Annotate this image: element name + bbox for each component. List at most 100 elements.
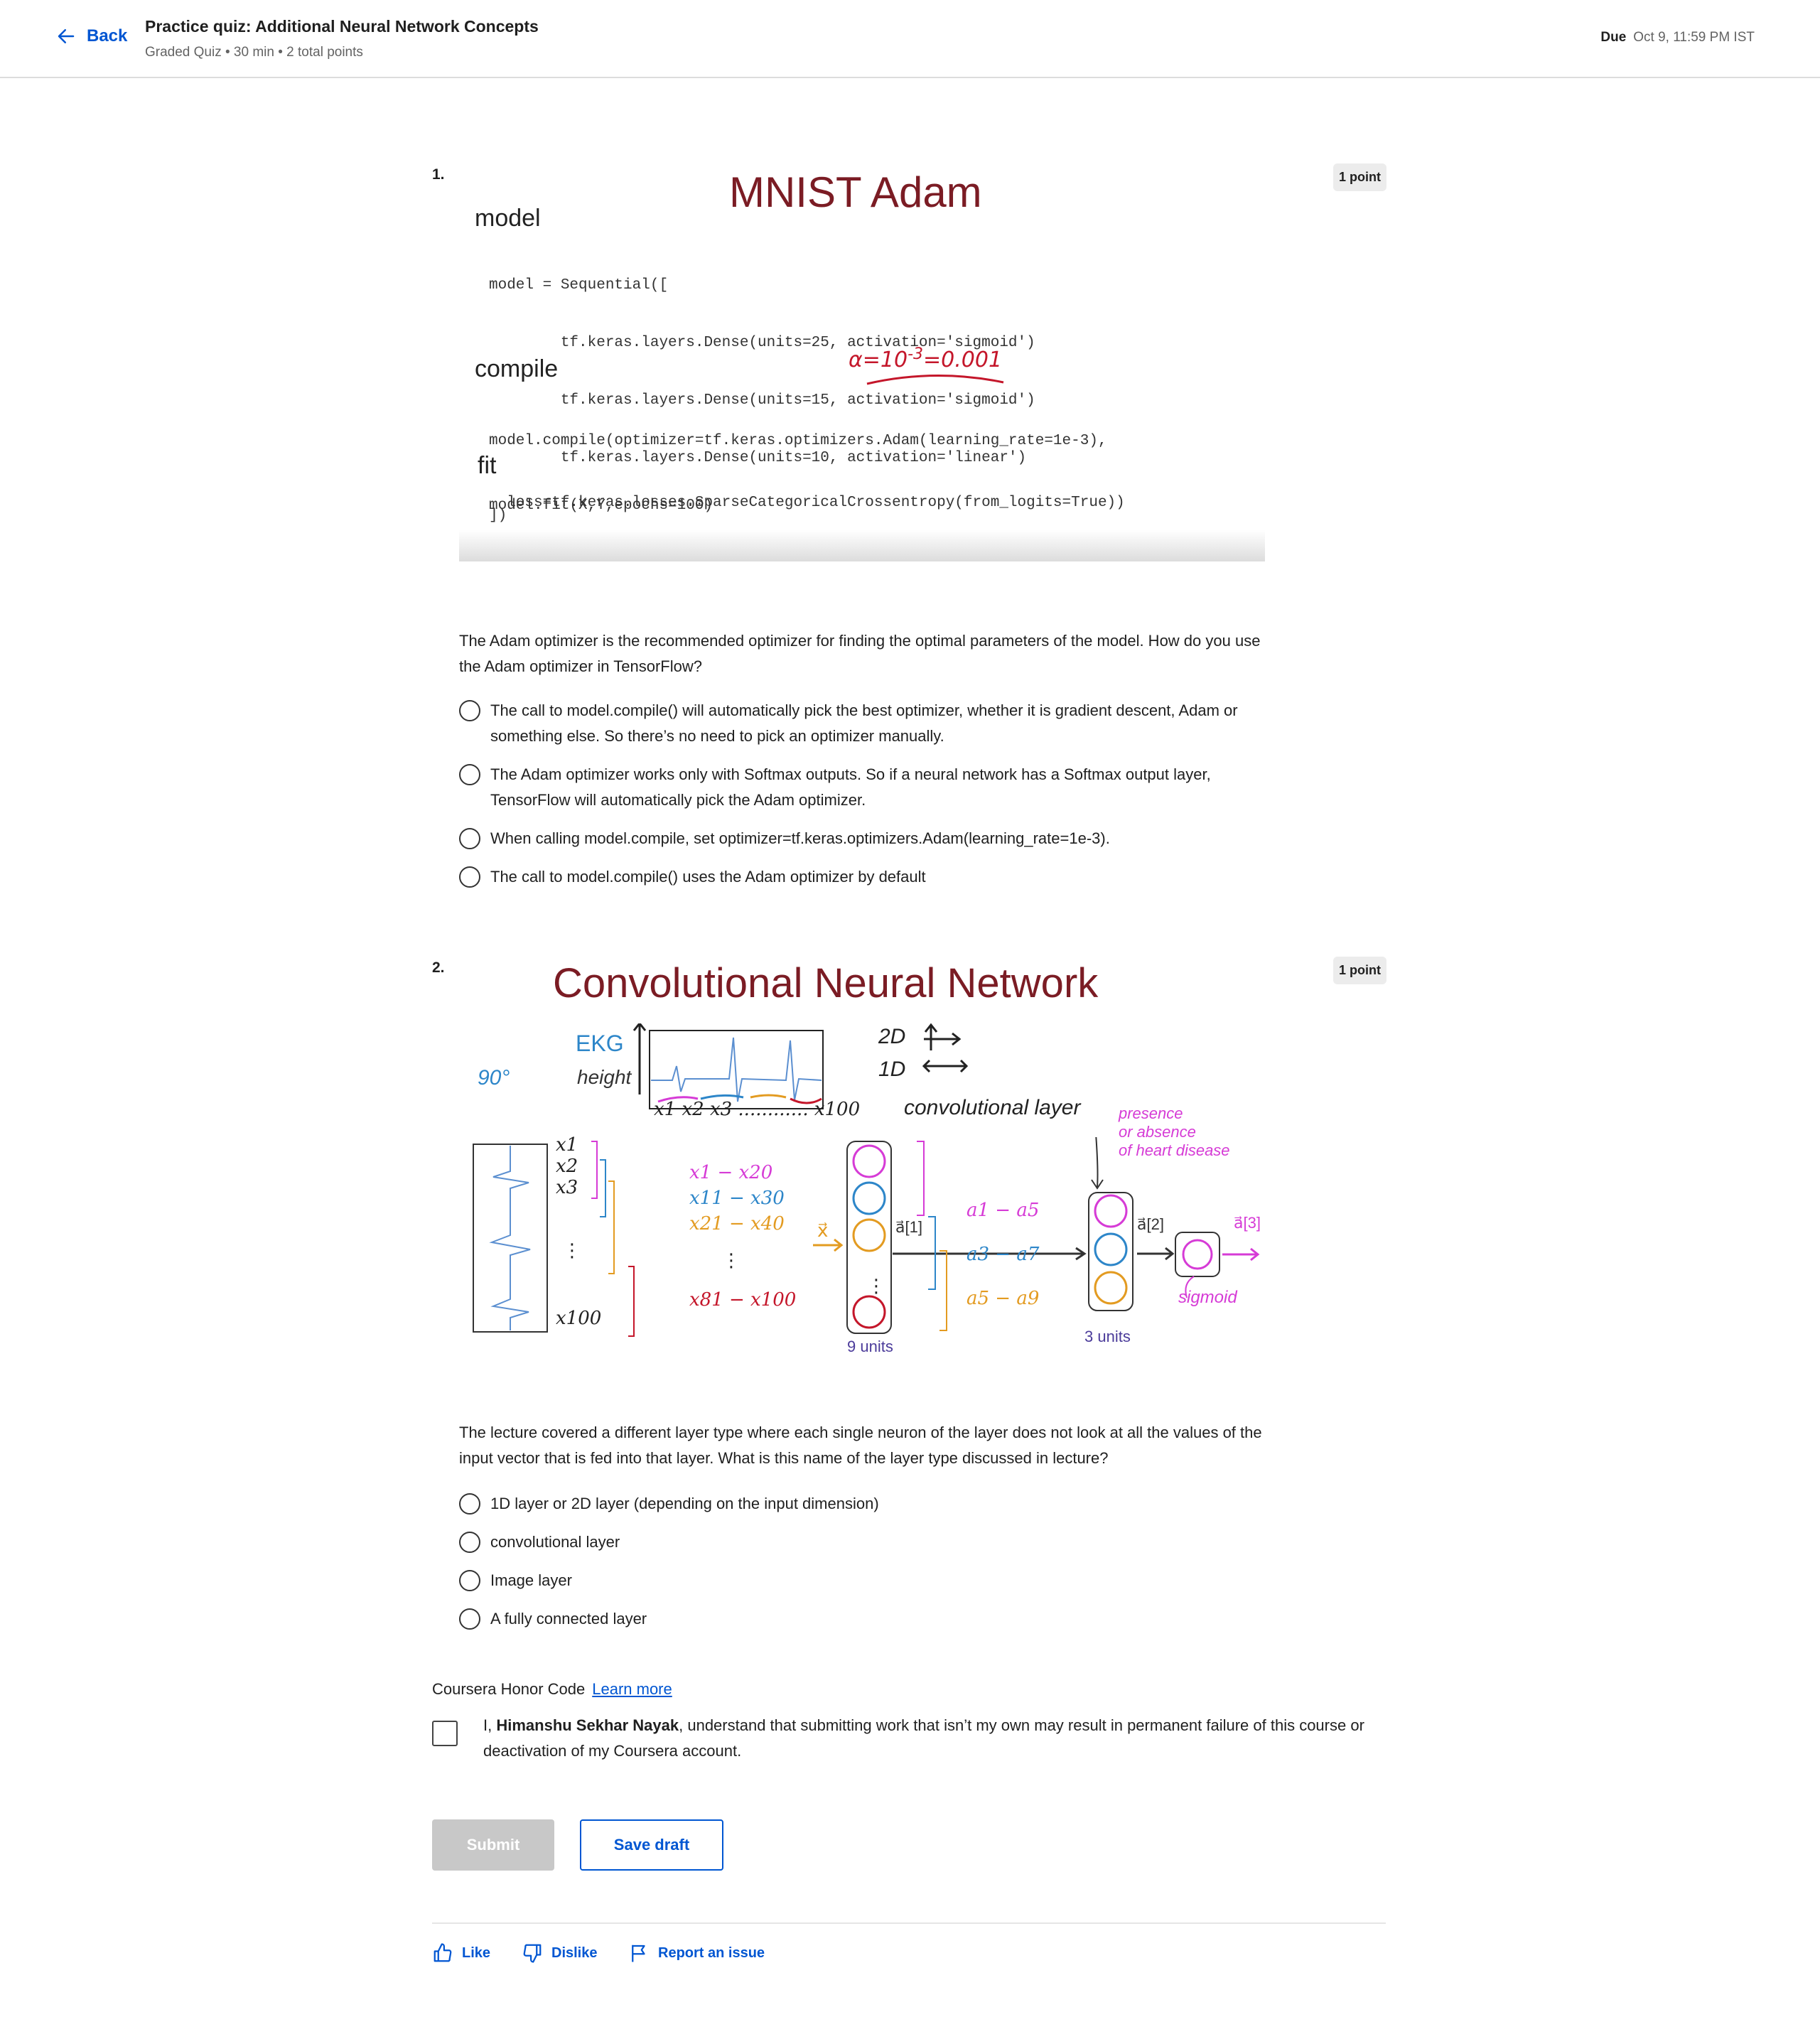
figure-title: Convolutional Neural Network [553,960,1099,1006]
input-ellipsis: ⋮ [563,1239,581,1261]
ekg-label: EKG [576,1031,624,1056]
model-heading: model [475,205,541,232]
radio-button[interactable] [459,700,480,721]
rotated-ekg-chart [473,1144,548,1333]
answer-option[interactable]: The call to model.compile() uses the Ada… [459,864,1262,890]
answer-option[interactable]: 1D layer or 2D layer (depending on the i… [459,1491,1262,1517]
activation-ranges: a1 − a5 a3 − a7 a5 − a9 [966,1188,1039,1320]
direction-arrows [922,1023,969,1073]
radio-button[interactable] [459,1493,480,1515]
answer-options: The call to model.compile() will automat… [459,698,1262,903]
dislike-button[interactable]: Dislike [522,1942,597,1964]
back-label: Back [87,26,128,45]
input-brackets [591,1141,635,1337]
three-units-label: 3 units [1084,1328,1131,1345]
act-range-3: a5 − a9 [966,1288,1040,1309]
submit-button[interactable]: Submit [432,1819,554,1871]
option-label: A fully connected layer [490,1610,647,1628]
learn-more-link[interactable]: Learn more [592,1680,672,1698]
nine-units-label: 9 units [847,1338,893,1352]
answer-option[interactable]: Image layer [459,1568,1262,1593]
act-range-1: a1 − a5 [966,1200,1040,1221]
one-d-label: 1D [878,1058,906,1081]
range-last: x81 − x100 [689,1289,797,1311]
range-ellipsis: ⋮ [722,1249,741,1271]
compile-code: model.compile(optimizer=tf.keras.optimiz… [489,389,1125,554]
input-x2: x2 [556,1156,578,1177]
answer-options: 1D layer or 2D layer (depending on the i… [459,1491,1262,1645]
flag-icon [632,1945,645,1962]
learning-rate-note: α=10-3=0.001 [849,345,1002,372]
range-2: x11 − x30 [689,1188,785,1209]
input-list: x1 x2 x3 [556,1134,578,1198]
compile-heading: compile [475,355,559,382]
due-label: Due [1600,30,1627,45]
points-badge: 1 point [1333,163,1386,191]
save-draft-button[interactable]: Save draft [580,1819,723,1871]
thumbs-down-icon [523,1944,542,1963]
honor-code-heading: Coursera Honor Code Learn more [432,1680,672,1699]
honor-code-checkbox[interactable] [432,1721,458,1746]
answer-option[interactable]: convolutional layer [459,1529,1262,1555]
answer-option[interactable]: A fully connected layer [459,1606,1262,1632]
answer-option[interactable]: The call to model.compile() will automat… [459,698,1262,749]
option-label: Image layer [490,1571,572,1589]
radio-button[interactable] [459,828,480,849]
report-label: Report an issue [658,1945,765,1961]
sigmoid-label: sigmoid [1178,1288,1237,1307]
dislike-label: Dislike [551,1945,598,1961]
learner-name: Himanshu Sekhar Nayak [496,1716,679,1734]
radio-button[interactable] [459,1608,480,1630]
a2-vector-label: a⃗[2] [1137,1215,1164,1233]
a1-vector-label: a⃗[1] [895,1218,922,1236]
radio-button[interactable] [459,764,480,785]
quiz-title-block: Practice quiz: Additional Neural Network… [145,17,539,60]
points-badge: 1 point [1333,957,1386,984]
range-1: x1 − x20 [689,1162,773,1183]
cnn-figure: Convolutional Neural Network EKG height … [459,952,1265,1352]
question-number: 2. [432,959,445,976]
conv-layer-label: convolutional layer [904,1096,1081,1119]
radio-button[interactable] [459,1532,480,1553]
fit-code: model.fit(X,Y,epochs=100) [489,497,714,514]
due-date: Due Oct 9, 11:59 PM IST [1600,30,1755,45]
arrow-left-icon [58,29,75,43]
back-button[interactable]: Back [55,26,127,47]
two-d-label: 2D [878,1025,906,1048]
option-label: The call to model.compile() uses the Ada… [490,868,926,886]
figure-title: MNIST Adam [729,168,982,216]
mnist-adam-figure: MNIST Adam model model = Sequential([ tf… [459,161,1265,561]
rotation-label: 90° [478,1066,510,1090]
act-range-2: a3 − a7 [966,1244,1040,1265]
like-button[interactable]: Like [432,1942,490,1964]
honor-prefix: I, [483,1716,497,1734]
presence-text: presence [1119,1104,1183,1122]
option-label: When calling model.compile, set optimize… [490,829,1110,847]
option-label: convolutional layer [490,1533,620,1551]
quiz-title: Practice quiz: Additional Neural Network… [145,17,539,36]
top-bar: Back Practice quiz: Additional Neural Ne… [0,0,1820,78]
question-number: 1. [432,166,445,183]
option-label: 1D layer or 2D layer (depending on the i… [490,1495,879,1512]
quiz-meta: Graded Quiz • 30 min • 2 total points [145,45,363,60]
report-issue-button[interactable]: Report an issue [628,1942,765,1964]
answer-option[interactable]: When calling model.compile, set optimize… [459,826,1262,851]
thumbs-up-icon [434,1943,452,1962]
fit-heading: fit [478,452,497,479]
code-line: model = Sequential([ [489,277,669,294]
radio-button[interactable] [459,1570,480,1591]
radio-button[interactable] [459,866,480,888]
receptive-ranges: x1 − x20 x11 − x30 x21 − x40 [689,1160,785,1237]
lr-exp: -3 [908,345,924,363]
height-label: height [577,1066,632,1088]
underline-mark [866,375,1004,385]
a3-vector-label: a⃗[3] [1234,1214,1261,1232]
due-value: Oct 9, 11:59 PM IST [1633,30,1755,45]
input-x3: x3 [556,1177,578,1198]
lr-tail: =0.001 [923,348,1003,372]
question-text: The lecture covered a different layer ty… [459,1424,1262,1467]
like-label: Like [462,1945,491,1961]
answer-option[interactable]: The Adam optimizer works only with Softm… [459,762,1262,813]
honor-code-statement: I, Himanshu Sekhar Nayak, understand tha… [483,1713,1386,1764]
question-text: The Adam optimizer is the recommended op… [459,632,1261,675]
